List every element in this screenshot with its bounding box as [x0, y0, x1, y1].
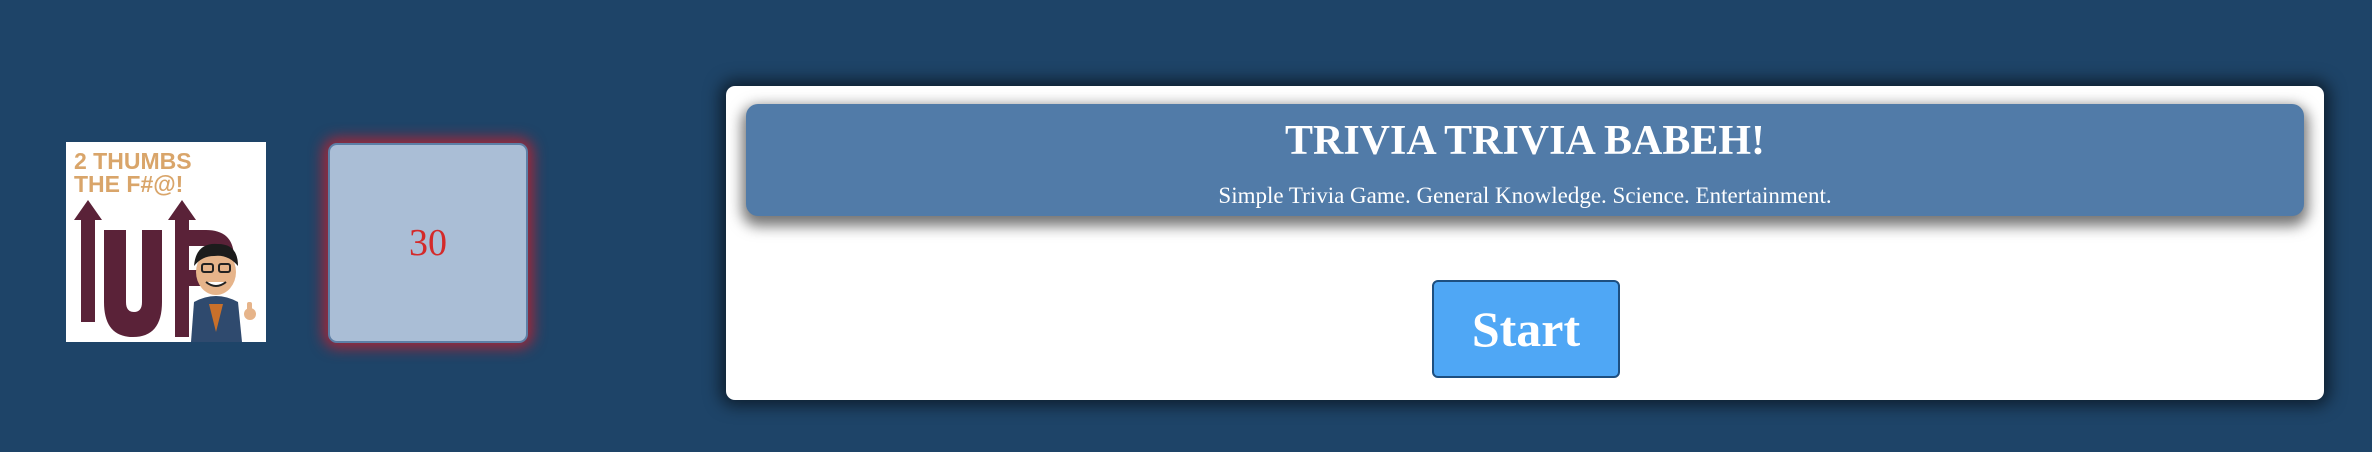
start-button[interactable]: Start — [1432, 280, 1620, 378]
page-subtitle: Simple Trivia Game. General Knowledge. S… — [1218, 183, 1832, 208]
arrow-up-left-icon — [74, 200, 102, 322]
game-panel: TRIVIA TRIVIA BABEH! Simple Trivia Game.… — [726, 86, 2324, 400]
logo-u-letter — [104, 230, 162, 337]
header-banner: TRIVIA TRIVIA BABEH! Simple Trivia Game.… — [746, 104, 2304, 216]
arrow-up-right-icon — [168, 200, 196, 337]
cartoon-avatar-icon — [191, 243, 256, 342]
logo-line-2: THE F#@! — [74, 171, 183, 197]
timer-value: 30 — [409, 222, 447, 264]
countdown-timer: 30 — [328, 143, 528, 343]
logo: 2 THUMBS THE F#@! — [66, 142, 266, 342]
page-title: TRIVIA TRIVIA BABEH! — [1284, 118, 1766, 164]
